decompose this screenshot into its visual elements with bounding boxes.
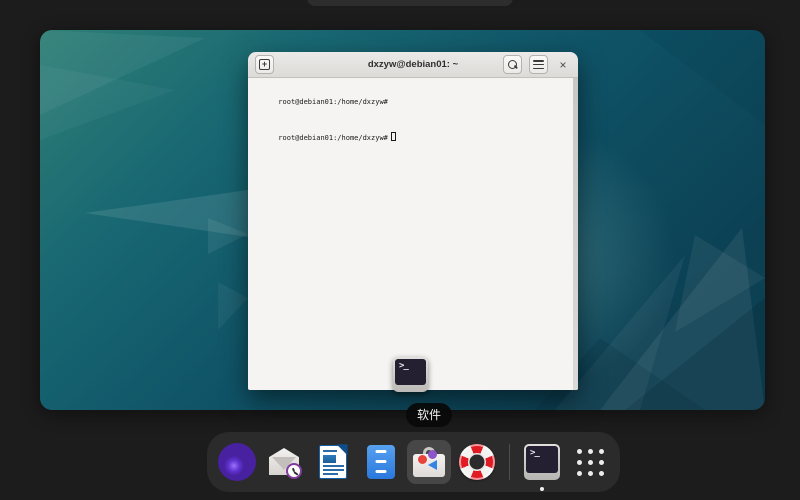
scrollbar[interactable] bbox=[573, 78, 578, 390]
terminal-titlebar: + dxzyw@debian01: ~ × bbox=[248, 52, 578, 78]
dash-item-libreoffice-writer[interactable] bbox=[311, 440, 355, 484]
close-button[interactable]: × bbox=[555, 57, 571, 73]
terminal-line: root@debian01:/home/dxzyw# bbox=[253, 84, 572, 120]
dash-item-help[interactable] bbox=[455, 440, 499, 484]
new-tab-icon: + bbox=[259, 59, 270, 70]
dash-tooltip: 软件 bbox=[406, 403, 452, 427]
overview-search-entry[interactable] bbox=[307, 0, 513, 6]
firefox-icon bbox=[218, 443, 256, 481]
app-grid-icon bbox=[577, 449, 604, 476]
dash-item-app-grid[interactable] bbox=[568, 440, 612, 484]
running-indicator bbox=[540, 487, 544, 491]
libreoffice-writer-icon bbox=[319, 445, 347, 479]
dash-item-software[interactable] bbox=[407, 440, 451, 484]
clock-icon bbox=[286, 463, 302, 479]
terminal-window-preview[interactable]: + dxzyw@debian01: ~ × root@debian01:/hom… bbox=[248, 52, 578, 390]
window-title: dxzyw@debian01: ~ bbox=[368, 59, 458, 70]
evolution-mail-icon bbox=[268, 447, 302, 477]
terminal-output: root@debian01:/home/dxzyw# root@debian01… bbox=[248, 78, 578, 390]
terminal-cursor bbox=[391, 132, 396, 141]
new-tab-button[interactable]: + bbox=[255, 55, 274, 74]
dash-item-terminal[interactable]: >_ bbox=[520, 440, 564, 484]
software-icon bbox=[413, 447, 445, 477]
dash-separator bbox=[509, 444, 510, 480]
dash-item-evolution-mail[interactable] bbox=[263, 440, 307, 484]
search-button[interactable] bbox=[503, 55, 522, 74]
menu-button[interactable] bbox=[529, 55, 548, 74]
terminal-icon: >_ bbox=[524, 444, 560, 480]
window-app-badge-terminal[interactable]: >_ bbox=[393, 357, 428, 392]
dash: >_ bbox=[207, 432, 620, 492]
terminal-icon: >_ bbox=[395, 359, 426, 385]
search-icon bbox=[508, 60, 518, 70]
dash-item-firefox[interactable] bbox=[215, 440, 259, 484]
dash-item-files[interactable] bbox=[359, 440, 403, 484]
terminal-line: root@debian01:/home/dxzyw# bbox=[253, 120, 572, 156]
files-icon bbox=[367, 445, 395, 479]
help-lifebuoy-icon bbox=[459, 444, 495, 480]
hamburger-menu-icon bbox=[533, 60, 544, 69]
